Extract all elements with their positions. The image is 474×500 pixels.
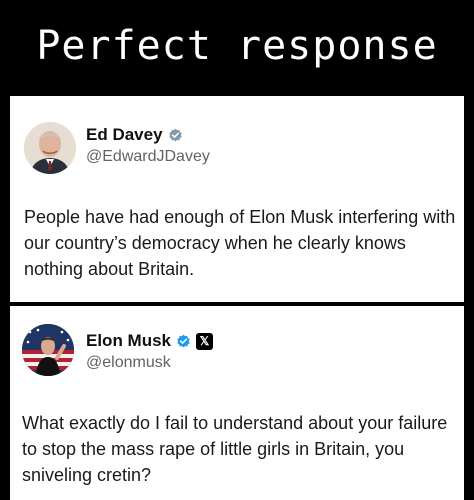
author-handle[interactable]: @elonmusk (86, 354, 171, 372)
author-name[interactable]: Elon Musk (86, 331, 171, 351)
author-name[interactable]: Ed Davey (86, 125, 163, 145)
screenshot-frame: Perfect response Ed Davey @EdwardJDavey … (0, 0, 474, 500)
verified-badge-icon (168, 128, 182, 141)
avatar-portrait-icon (22, 324, 74, 376)
caption-banner: Perfect response (0, 0, 474, 92)
tweet-card[interactable]: Ed Davey @EdwardJDavey People have had e… (10, 96, 464, 302)
tweet-card[interactable]: Elon Musk 𝕏 @elonmusk What exactly do I … (10, 306, 464, 500)
x-affiliate-icon: 𝕏 (196, 332, 214, 350)
author-row: Ed Davey (86, 125, 183, 145)
verified-badge-icon (177, 334, 190, 347)
tweet-text: People have had enough of Elon Musk inte… (24, 207, 456, 279)
caption-text: Perfect response (36, 23, 438, 69)
author-row: Elon Musk 𝕏 (86, 331, 214, 351)
avatar[interactable] (24, 122, 76, 174)
tweet-text: What exactly do I fail to understand abo… (22, 413, 448, 485)
avatar[interactable] (22, 324, 74, 376)
avatar-portrait-icon (24, 122, 76, 174)
author-handle[interactable]: @EdwardJDavey (86, 148, 210, 166)
